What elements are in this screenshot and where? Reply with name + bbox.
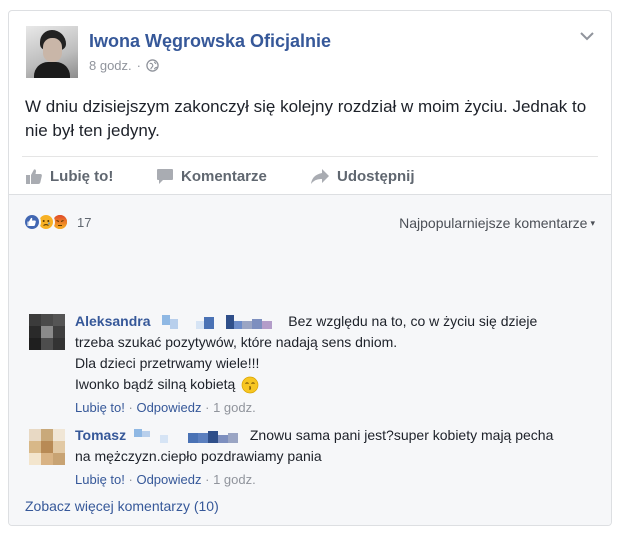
comment-like-link[interactable]: Lubię to! (75, 400, 125, 415)
reactions-summary[interactable]: 17 (23, 213, 91, 231)
caret-down-icon: ▾ (590, 217, 595, 228)
comment-reply-link[interactable]: Odpowiedz (136, 472, 201, 487)
page-avatar[interactable] (26, 26, 78, 78)
comment-text-line: Znowu sama pani jest?super kobiety mają … (249, 427, 554, 443)
comment-text-line: Bez względu na to, co w życiu się dzieje (288, 313, 538, 329)
meta-separator: · (136, 58, 141, 73)
post-actions: Lubię to! Komentarze Udostępnij (9, 164, 611, 194)
comment-button[interactable]: Komentarze (156, 168, 267, 185)
kissing-emoji-icon (241, 376, 259, 394)
comment-body: Aleksandra Bez względu na to, co w życiu… (75, 311, 595, 418)
comment-time[interactable]: 1 godz. (213, 472, 256, 487)
like-reaction-icon (23, 213, 41, 231)
post-header: Iwona Węgrowska Oficjalnie 8 godz. · (9, 11, 611, 91)
comment-text-line: Iwonko bądź silną kobietą (75, 376, 236, 392)
commenter-avatar[interactable] (29, 429, 65, 465)
share-button[interactable]: Udostępnij (310, 168, 415, 185)
comment-body: Tomasz Znowu sama pani jest?super kobiet… (75, 425, 595, 490)
comment-icon (157, 169, 173, 184)
page-name-link[interactable]: Iwona Węgrowska Oficjalnie (89, 31, 331, 52)
comment-sort-dropdown[interactable]: Najpopularniejsze komentarze ▾ (399, 215, 595, 231)
comment-like-link[interactable]: Lubię to! (75, 472, 125, 487)
comment-text-line: na mężczyzn.ciepło pozdrawiamy pania (75, 448, 322, 464)
comment-text-line: trzeba szukać pozytywów, które nadają se… (75, 334, 398, 350)
post-card: Iwona Węgrowska Oficjalnie 8 godz. · W d… (8, 10, 612, 526)
sort-label: Najpopularniejsze komentarze (399, 215, 588, 231)
chevron-down-icon[interactable] (580, 31, 594, 41)
post-text: W dniu dzisiejszym zakonczył się kolejny… (25, 97, 587, 140)
share-label: Udostępnij (337, 168, 415, 185)
thumbs-up-icon (26, 169, 42, 184)
comment-time[interactable]: 1 godz. (213, 400, 256, 415)
comment-actions: Lubię to! · Odpowiedz · 1 godz. (75, 472, 256, 487)
censored-name (162, 315, 273, 330)
comment-author[interactable]: Aleksandra (75, 313, 150, 329)
censored-name (133, 429, 238, 444)
like-button[interactable]: Lubię to! (25, 168, 113, 185)
divider (22, 156, 598, 157)
see-more-comments-link[interactable]: Zobacz więcej komentarzy (10) (25, 498, 219, 514)
comment-author[interactable]: Tomasz (75, 427, 126, 443)
comment-actions: Lubię to! · Odpowiedz · 1 godz. (75, 400, 256, 415)
reaction-count: 17 (77, 214, 92, 230)
comments-section: 17 Najpopularniejsze komentarze ▾ Aleksa… (9, 194, 611, 525)
comment-label: Komentarze (181, 168, 267, 185)
post-meta: 8 godz. · (89, 58, 159, 73)
like-label: Lubię to! (50, 168, 114, 185)
commenter-avatar[interactable] (29, 314, 65, 350)
share-arrow-icon (311, 169, 329, 184)
post-time[interactable]: 8 godz. (89, 58, 132, 73)
comment-text-line: Dla dzieci przetrwamy wiele!!! (75, 355, 260, 371)
comment-reply-link[interactable]: Odpowiedz (136, 400, 201, 415)
globe-icon (146, 59, 159, 72)
